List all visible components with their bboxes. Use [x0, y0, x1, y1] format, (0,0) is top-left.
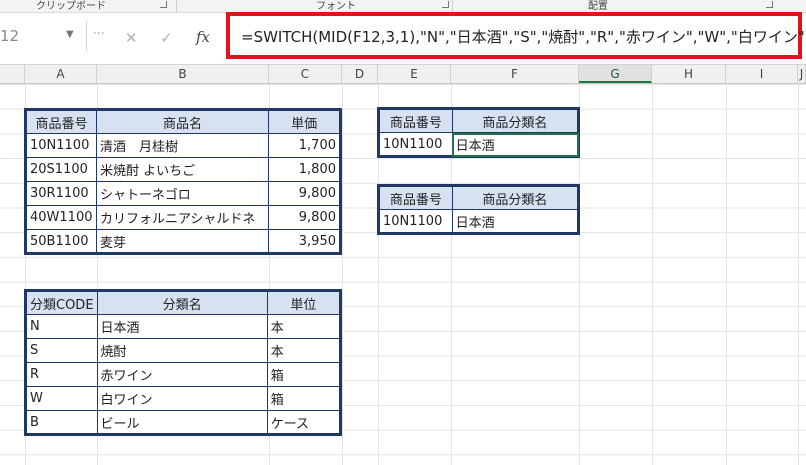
name-box[interactable]: 12 ▼	[0, 21, 87, 51]
formula-input[interactable]: =SWITCH(MID(F12,3,1),"N","日本酒","S","焼酎",…	[241, 26, 806, 47]
cell-product-code[interactable]: 10N1100	[378, 132, 453, 157]
table-row: N 日本酒 本	[25, 314, 342, 339]
header-category-name[interactable]: 商品分類名	[451, 108, 580, 133]
table-row: 10N1100 日本酒	[378, 209, 580, 234]
header-unit-price[interactable]: 単価	[268, 109, 341, 134]
more-options-icon[interactable]: ⋮	[92, 27, 106, 38]
cell-product-name[interactable]: 麦芽	[95, 229, 270, 254]
cell-category-name[interactable]: 赤ワイン	[96, 362, 268, 387]
column-header-e[interactable]: E	[378, 65, 451, 83]
cell-category-code[interactable]: N	[25, 314, 98, 339]
column-headers: A B C D E F G H I J	[0, 65, 806, 84]
cell-category-result-selected[interactable]: 日本酒	[451, 132, 580, 157]
ribbon-group-clipboard-label: クリップボード	[36, 1, 106, 12]
cell-unit-price[interactable]: 3,950	[268, 229, 341, 254]
cell-product-code[interactable]: 30R1100	[25, 181, 97, 206]
table-header-row: 商品番号 商品名 単価	[25, 109, 341, 134]
gridline	[798, 84, 799, 465]
cell-unit-price[interactable]: 9,800	[268, 181, 341, 206]
cancel-icon[interactable]: ✕	[125, 29, 138, 47]
name-box-value: 12	[0, 27, 20, 45]
table-row: 50B1100 麦芽 3,950	[25, 229, 341, 254]
table-row: B ビール ケース	[25, 410, 342, 435]
cell-unit[interactable]: 箱	[266, 362, 342, 387]
ribbon-separator	[176, 0, 177, 12]
table-header-row: 商品番号 商品分類名	[378, 185, 580, 210]
cell-unit-price[interactable]: 1,700	[268, 133, 341, 158]
table-row: 20S1100 米焼酎 よいちご 1,800	[25, 157, 341, 182]
cell-product-code[interactable]: 20S1100	[25, 157, 97, 182]
column-header-g[interactable]: G	[579, 65, 652, 83]
cell-product-name[interactable]: シャトーネゴロ	[95, 181, 270, 206]
column-header-i[interactable]: I	[726, 65, 798, 83]
column-header-c[interactable]: C	[269, 65, 342, 83]
gridline	[652, 84, 653, 465]
header-product-name[interactable]: 商品名	[95, 109, 270, 134]
table-row: 30R1100 シャトーネゴロ 9,800	[25, 181, 341, 206]
header-category-code[interactable]: 分類CODE	[25, 290, 98, 315]
cell-category-result[interactable]: 日本酒	[451, 209, 580, 234]
cell-category-name[interactable]: 日本酒	[96, 314, 268, 339]
header-product-code[interactable]: 商品番号	[25, 109, 97, 134]
ribbon-group-alignment-label: 配置	[588, 1, 608, 12]
cell-unit[interactable]: 本	[266, 314, 342, 339]
clipboard-dialog-launcher-icon[interactable]	[160, 1, 167, 8]
cell-product-name[interactable]: 米焼酎 よいちご	[95, 157, 270, 182]
lookup-table-switch: 商品番号 商品分類名 10N1100 日本酒	[377, 107, 580, 158]
formula-bar: 12 ▼ ⋮ ✕ ✓ fx =SWITCH(MID(F12,3,1),"N","…	[0, 12, 806, 65]
column-header-b[interactable]: B	[97, 65, 269, 83]
header-category-name[interactable]: 商品分類名	[451, 185, 580, 210]
cell-product-code[interactable]: 10N1100	[378, 209, 453, 234]
alignment-dialog-launcher-icon[interactable]	[766, 1, 773, 8]
table-row: R 赤ワイン 箱	[25, 362, 342, 387]
cell-product-code[interactable]: 10N1100	[25, 133, 97, 158]
header-product-code[interactable]: 商品番号	[378, 185, 453, 210]
cell-category-code[interactable]: W	[25, 386, 98, 411]
font-dialog-launcher-icon[interactable]	[442, 1, 449, 8]
table-header-row: 分類CODE 分類名 単位	[25, 290, 342, 315]
cell-product-name[interactable]: カリフォルニアシャルドネ	[95, 205, 270, 230]
cell-category-code[interactable]: S	[25, 338, 98, 363]
insert-function-icon[interactable]: fx	[196, 28, 210, 46]
table-row: 10N1100 清酒 月桂樹 1,700	[25, 133, 341, 158]
cell-category-name[interactable]: 焼酎	[96, 338, 268, 363]
header-product-code[interactable]: 商品番号	[378, 108, 453, 133]
header-category-name[interactable]: 分類名	[96, 290, 268, 315]
table-header-row: 商品番号 商品分類名	[378, 108, 580, 133]
table-row: 10N1100 日本酒	[378, 132, 580, 157]
column-header-a[interactable]: A	[25, 65, 97, 83]
gridline	[726, 84, 727, 465]
table-row: W 白ワイン 箱	[25, 386, 342, 411]
cell-category-code[interactable]: B	[25, 410, 98, 435]
chevron-down-icon[interactable]: ▼	[66, 29, 74, 40]
ribbon-group-font-label: フォント	[316, 1, 356, 12]
enter-icon[interactable]: ✓	[160, 29, 173, 47]
ribbon-separator	[452, 0, 453, 12]
cell-category-name[interactable]: 白ワイン	[96, 386, 268, 411]
cell-unit[interactable]: 本	[266, 338, 342, 363]
cell-unit-price[interactable]: 1,800	[268, 157, 341, 182]
gridline	[342, 84, 343, 465]
column-header-h[interactable]: H	[652, 65, 726, 83]
cell-category-name[interactable]: ビール	[96, 410, 268, 435]
lookup-table-second: 商品番号 商品分類名 10N1100 日本酒	[377, 184, 580, 235]
select-all-corner[interactable]	[0, 65, 25, 83]
cell-product-code[interactable]: 40W1100	[25, 205, 97, 230]
table-row: S 焼酎 本	[25, 338, 342, 363]
cell-unit[interactable]: ケース	[266, 410, 342, 435]
column-header-d[interactable]: D	[342, 65, 378, 83]
product-table: 商品番号 商品名 単価 10N1100 清酒 月桂樹 1,700 20S1100…	[24, 108, 342, 255]
cell-product-name[interactable]: 清酒 月桂樹	[95, 133, 270, 158]
column-header-j[interactable]: J	[798, 65, 806, 83]
header-unit[interactable]: 単位	[266, 290, 342, 315]
cell-unit[interactable]: 箱	[266, 386, 342, 411]
table-row: 40W1100 カリフォルニアシャルドネ 9,800	[25, 205, 341, 230]
cell-unit-price[interactable]: 9,800	[268, 205, 341, 230]
category-table: 分類CODE 分類名 単位 N 日本酒 本 S 焼酎 本 R 赤ワイン 箱 W …	[24, 289, 342, 436]
cell-product-code[interactable]: 50B1100	[25, 229, 97, 254]
column-header-f[interactable]: F	[451, 65, 579, 83]
formula-input-highlight[interactable]: =SWITCH(MID(F12,3,1),"N","日本酒","S","焼酎",…	[226, 12, 806, 59]
cell-category-code[interactable]: R	[25, 362, 98, 387]
